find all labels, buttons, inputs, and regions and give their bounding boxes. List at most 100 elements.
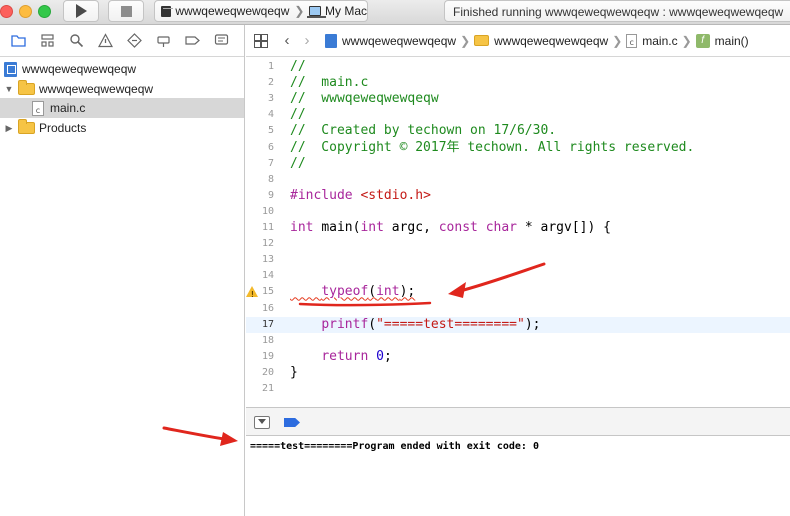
c-file-icon: c [32, 100, 44, 116]
disclosure-open-icon[interactable]: ▼ [4, 84, 14, 94]
code-line[interactable]: 13 [246, 252, 790, 268]
line-number: 18 [261, 334, 274, 346]
activity-status: Finished running wwwqeweqwewqeqw : wwwqe… [444, 0, 790, 22]
chevron-right-icon: ❯ [612, 33, 623, 48]
scheme-name: wwwqeweqwewqeqw [175, 4, 290, 18]
issue-warning-icon[interactable] [91, 33, 120, 48]
code-line[interactable]: 2 // main.c [246, 75, 790, 91]
folder-icon [474, 35, 490, 46]
terminal-app-icon [161, 5, 174, 17]
code-text: printf("=====test========"); [321, 316, 541, 332]
debug-spray-icon[interactable] [149, 33, 178, 48]
line-number: 17 [261, 318, 274, 330]
jump-project[interactable]: wwwqeweqwewqeqw [342, 34, 456, 48]
line-number: 16 [261, 302, 274, 314]
code-line[interactable]: 8 [246, 172, 790, 188]
code-line[interactable]: 16 [246, 301, 790, 317]
line-number: 14 [261, 270, 274, 282]
code-line[interactable]: 21 [246, 381, 790, 397]
window-toolbar: wwwqeweqwewqeqw ❯ My Mac Finished runnin… [0, 0, 790, 25]
report-bubble-icon[interactable] [207, 33, 236, 48]
code-line[interactable]: 12 [246, 236, 790, 252]
run-button[interactable] [63, 0, 99, 22]
source-editor[interactable]: 1 // 2 // main.c 3 // wwwqeweqwewqeqw 4 // 5 // C… [246, 57, 790, 407]
tree-item-group[interactable]: ▼ wwwqeweqwewqeqw [0, 79, 244, 99]
xcode-project-icon [325, 33, 337, 48]
code-line[interactable]: 3 // wwwqeweqwewqeqw [246, 91, 790, 107]
code-text: // Created by techown on 17/6/30. [290, 123, 557, 139]
jump-group[interactable]: wwwqeweqwewqeqw [494, 34, 608, 48]
code-line[interactable]: 7 // [246, 156, 790, 172]
test-diamond-icon[interactable] [120, 33, 149, 48]
scheme-selector[interactable]: wwwqeweqwewqeqw ❯ My Mac [154, 0, 368, 22]
warning-icon[interactable] [246, 286, 258, 303]
folder-icon [18, 80, 35, 95]
back-arrow-icon[interactable]: ‹ [277, 32, 297, 49]
code-line[interactable]: 9 #include <stdio.h> [246, 188, 790, 204]
line-number: 7 [267, 157, 274, 169]
code-line[interactable]: 18 [246, 333, 790, 349]
tree-item-project[interactable]: wwwqeweqwewqeqw [0, 59, 244, 79]
stop-button[interactable] [108, 0, 144, 22]
debug-bar [246, 407, 790, 436]
code-line[interactable]: 6 // Copyright © 2017年 techown. All right… [246, 140, 790, 156]
console-output[interactable]: =====test========Program ended with exit… [246, 437, 790, 516]
editor-jump-bar: ‹ › wwwqeweqwewqeqw ❯ wwwqeweqwewqeqw ❯ … [246, 25, 790, 57]
line-number: 13 [261, 254, 274, 266]
code-line[interactable]: 5 // Created by techown on 17/6/30. [246, 123, 790, 139]
code-text: // Copyright © 2017年 techown. All rights… [290, 139, 695, 155]
chevron-right-icon: ❯ [460, 33, 471, 48]
tree-item-main-c[interactable]: c main.c [0, 98, 244, 118]
breakpoints-toggle-icon[interactable] [284, 418, 300, 427]
disclosure-closed-icon[interactable]: ▶ [4, 123, 14, 134]
code-text: return 0; [321, 348, 392, 364]
code-line[interactable]: 19 return 0; [246, 349, 790, 365]
play-icon [75, 4, 87, 18]
search-icon[interactable] [62, 33, 91, 48]
chevron-right-icon: ❯ [681, 33, 692, 48]
line-number: 6 [267, 141, 274, 153]
code-line[interactable]: 14 [246, 268, 790, 284]
related-items-grid-icon[interactable] [254, 34, 267, 47]
code-line[interactable]: 1 // [246, 59, 790, 75]
laptop-icon [307, 6, 326, 18]
line-number: 5 [267, 125, 274, 137]
jump-symbol[interactable]: main() [715, 34, 749, 48]
symbol-navigator-icon[interactable] [33, 33, 62, 48]
forward-arrow-icon[interactable]: › [297, 32, 317, 49]
xcode-project-icon [4, 61, 17, 77]
tree-item-products[interactable]: ▶ Products [0, 118, 244, 138]
close-window-button[interactable] [0, 5, 13, 18]
line-number: 3 [267, 93, 274, 105]
stop-icon [120, 5, 132, 17]
code-line[interactable]: 4 // [246, 107, 790, 123]
code-text: // main.c [290, 75, 369, 91]
code-text: int main(int argc, const char * argv[]) … [290, 220, 611, 235]
line-number: 1 [267, 61, 274, 72]
code-line[interactable]: 20} [246, 365, 790, 381]
zoom-window-button[interactable] [38, 5, 51, 18]
line-number: 21 [261, 383, 274, 394]
line-number: 8 [267, 173, 274, 185]
chevron-right-icon: ❯ [294, 4, 305, 18]
hide-debug-area-icon[interactable] [254, 416, 270, 429]
jump-file[interactable]: main.c [642, 34, 677, 48]
code-text: typeof(int); [321, 284, 416, 300]
project-name: wwwqeweqwewqeqw [22, 62, 137, 76]
code-text: } [290, 364, 298, 380]
line-number: 10 [261, 205, 274, 217]
breakpoint-navigator-icon[interactable] [178, 33, 207, 48]
line-number: 4 [267, 109, 274, 121]
minimize-window-button[interactable] [19, 5, 32, 18]
folder-navigator-icon[interactable] [4, 33, 33, 48]
code-line[interactable]: 17 printf("=====test========"); [246, 316, 790, 333]
code-line[interactable]: 10 [246, 204, 790, 220]
code-text: // [290, 59, 306, 74]
run-destination: My Mac [325, 4, 367, 18]
code-line[interactable]: 15 typeof(int); [246, 284, 790, 303]
file-name: main.c [50, 101, 86, 115]
group-name: wwwqeweqwewqeqw [39, 82, 154, 96]
code-line[interactable]: 11 int main(int argc, const char * argv[]… [246, 220, 790, 236]
code-text: // [290, 155, 306, 171]
code-text: // [290, 107, 306, 123]
